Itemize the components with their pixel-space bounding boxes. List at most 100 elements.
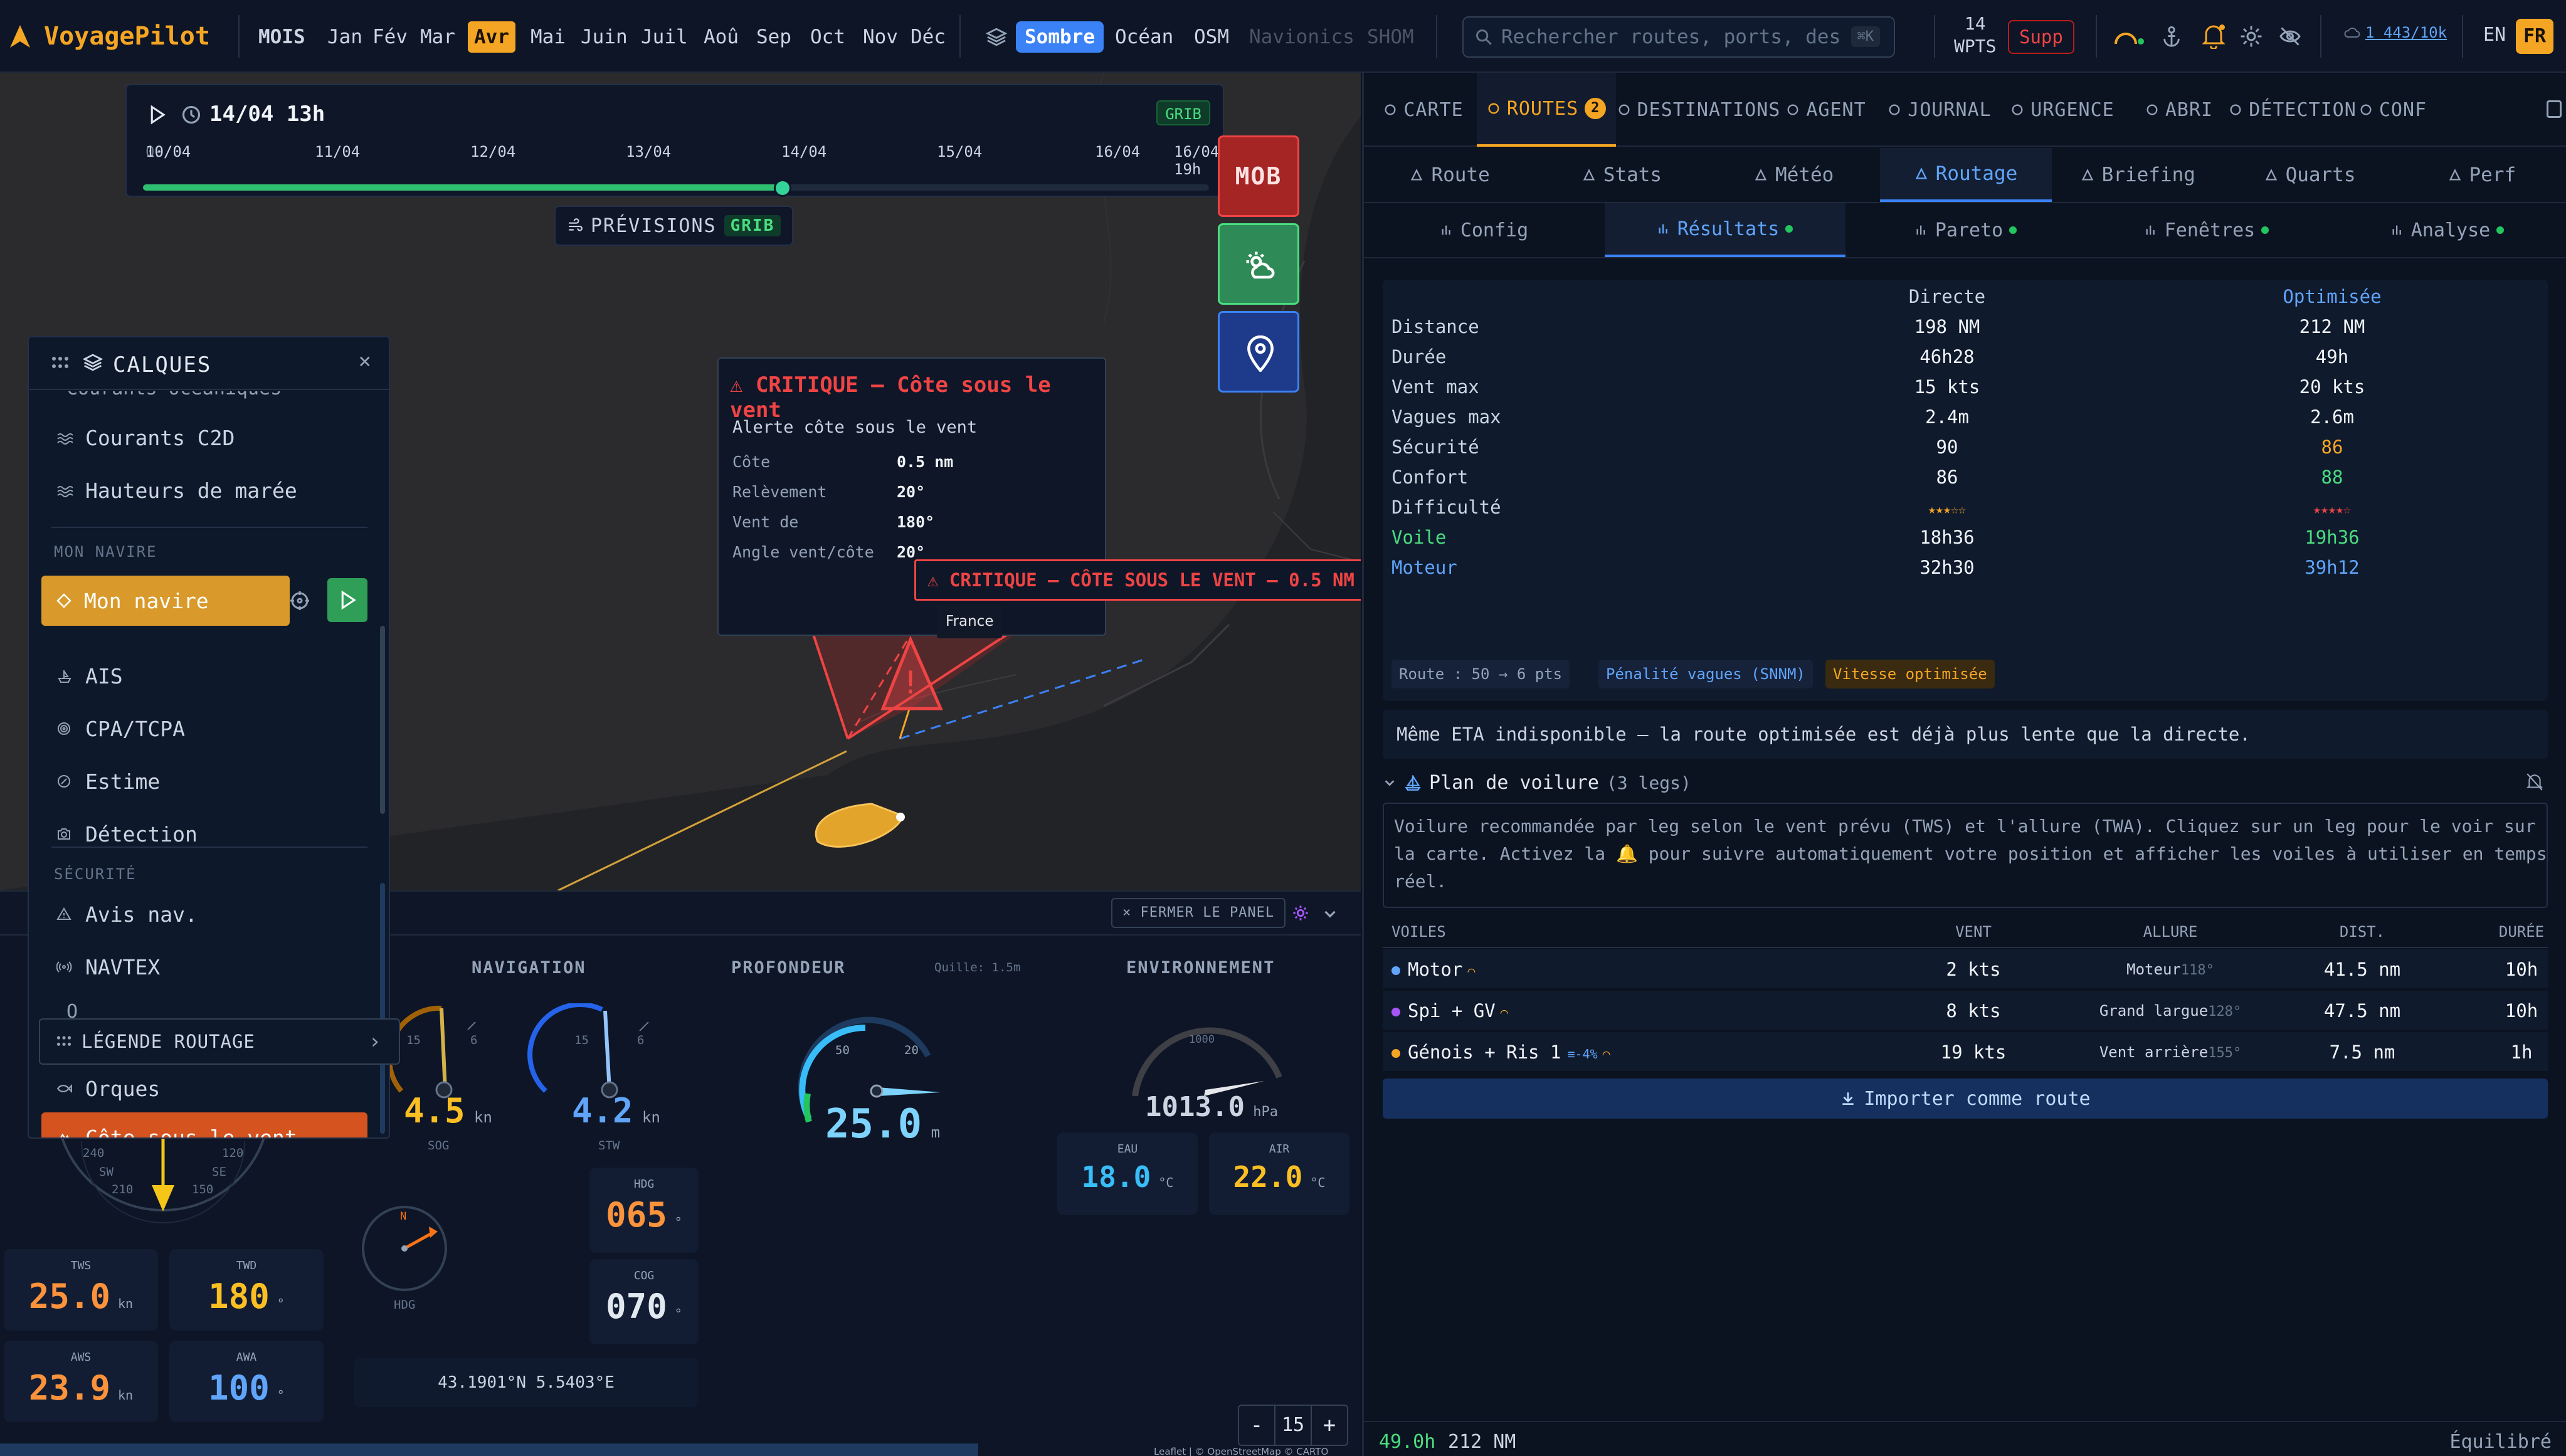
eye-off-icon[interactable] xyxy=(2279,25,2301,48)
month-0[interactable]: Jan xyxy=(321,21,369,53)
tab-routes[interactable]: ROUTES 2 xyxy=(1477,73,1616,147)
play-icon[interactable] xyxy=(148,104,167,125)
search-bar[interactable]: Rechercher routes, ports, destin ⌘K xyxy=(1462,16,1895,58)
panel-toggle-icon[interactable] xyxy=(2547,100,2562,118)
leg-row[interactable]: Génois + Ris 1 ≡-4% ◠ 19 kts Vent arrière155… xyxy=(1383,1032,2548,1072)
basemap-2[interactable]: OSM xyxy=(1185,21,1238,53)
result-tab-2[interactable]: Pareto xyxy=(1845,203,2086,257)
layer-cpa-tcpa[interactable]: CPA/TCPA xyxy=(41,704,305,754)
map-attribution[interactable]: Leaflet | © OpenStreetMap © CARTO xyxy=(1154,1446,1328,1456)
result-tab-4[interactable]: Analyse xyxy=(2327,203,2566,257)
layer-lee-shore[interactable]: Côte sous le vent xyxy=(41,1112,367,1137)
timeline-handle[interactable] xyxy=(774,179,791,197)
drag-handle-icon[interactable] xyxy=(51,356,69,370)
tab-carte[interactable]: CARTE xyxy=(1376,73,1470,147)
mob-button[interactable]: MOB xyxy=(1218,135,1299,217)
tab-détection[interactable]: DÉTECTION xyxy=(2230,73,2356,147)
basemap-0[interactable]: Sombre xyxy=(1016,21,1104,53)
location-button[interactable] xyxy=(1218,311,1299,393)
subtab-3[interactable]: Routage xyxy=(1879,148,2052,202)
tab-journal[interactable]: JOURNAL xyxy=(1881,73,1998,147)
lang-fr[interactable]: FR xyxy=(2516,19,2553,54)
alert-key: Vent de xyxy=(732,513,799,531)
search-input[interactable]: Rechercher routes, ports, destin xyxy=(1501,26,1840,48)
layer-navtex[interactable]: NAVTEX xyxy=(41,942,305,992)
zoom-out-button[interactable]: - xyxy=(1239,1413,1274,1438)
layers-icon[interactable] xyxy=(986,26,1007,48)
month-4[interactable]: Mai xyxy=(524,21,572,53)
tab-destinations[interactable]: DESTINATIONS xyxy=(1618,73,1780,147)
lang-en[interactable]: EN xyxy=(2483,24,2506,46)
subtab-6[interactable]: Perf xyxy=(2396,148,2566,202)
result-tab-0[interactable]: Config xyxy=(1364,203,1605,257)
critical-banner[interactable]: ⚠ CRITIQUE — CÔTE SOUS LE VENT — 0.5 NM xyxy=(914,559,1361,601)
brand-logo[interactable]: VoyagePilot xyxy=(9,19,210,54)
forecast-toggle[interactable]: PRÉVISIONS GRIB xyxy=(554,206,794,246)
month-6[interactable]: Juil xyxy=(635,21,694,53)
tab-abri[interactable]: ABRI xyxy=(2128,73,2231,147)
clock-icon xyxy=(182,105,201,124)
timeline-track[interactable] xyxy=(143,184,1209,191)
anchor-icon[interactable] xyxy=(2161,25,2182,49)
layers-scroll-thumb[interactable] xyxy=(380,626,385,814)
layer-currents-c2d[interactable]: Courants C2D xyxy=(41,413,305,463)
zoom-in-button[interactable]: + xyxy=(1312,1413,1347,1438)
chevron-down-icon[interactable] xyxy=(1322,905,1338,922)
tab-conf[interactable]: CONF xyxy=(2352,73,2434,147)
leg-row[interactable]: Motor ◠ 2 kts Moteur118° 41.5 nm 10h xyxy=(1383,949,2548,989)
bell-off-icon[interactable] xyxy=(2525,773,2544,791)
layer-my-boat[interactable]: Mon navire xyxy=(41,576,290,626)
month-11[interactable]: Déc xyxy=(904,21,952,53)
month-2[interactable]: Mar xyxy=(414,21,462,53)
basemap-3[interactable]: Navionics xyxy=(1240,21,1363,53)
delete-waypoints-button[interactable]: Supp xyxy=(2008,20,2074,54)
subtab-4[interactable]: Briefing xyxy=(2052,148,2224,202)
close-panel-button[interactable]: × FERMER LE PANEL xyxy=(1111,898,1286,928)
layer-estimate[interactable]: Estime xyxy=(41,756,305,806)
horizontal-scrollbar[interactable] xyxy=(0,1443,978,1456)
gauge-tick: 15 xyxy=(406,1033,421,1047)
layer-detection[interactable]: Détection xyxy=(41,809,305,859)
month-8[interactable]: Sep xyxy=(750,21,798,53)
gauge-icon[interactable] xyxy=(2113,26,2145,48)
subtab-2[interactable]: Météo xyxy=(1708,148,1880,202)
month-5[interactable]: Juin xyxy=(574,21,634,53)
weather-button[interactable] xyxy=(1218,223,1299,305)
close-layers-button[interactable]: × xyxy=(359,349,371,374)
tab-agent[interactable]: AGENT xyxy=(1777,73,1876,147)
tab-urgence[interactable]: URGENCE xyxy=(2002,73,2123,147)
subtab-1[interactable]: Stats xyxy=(1536,148,1708,202)
month-9[interactable]: Oct xyxy=(804,21,852,53)
sail-plan-header[interactable]: Plan de voilure (3 legs) xyxy=(1383,769,1691,796)
layer-navtex-label: NAVTEX xyxy=(85,954,161,979)
play-boat-button[interactable] xyxy=(327,578,367,622)
result-tab-1[interactable]: Résultats xyxy=(1605,203,1845,257)
import-route-button[interactable]: Importer comme route xyxy=(1383,1079,2548,1119)
layer-orcas[interactable]: Orques xyxy=(41,1063,305,1114)
leg-sail: Spi + GV ◠ xyxy=(1391,991,1508,1033)
month-10[interactable]: Nov xyxy=(857,21,904,53)
tab-label: ABRI xyxy=(2165,98,2214,121)
month-1[interactable]: Fév xyxy=(366,21,414,53)
settings-icon[interactable] xyxy=(1292,904,1309,922)
sun-icon[interactable] xyxy=(2240,25,2262,48)
month-3[interactable]: Avr xyxy=(468,21,515,53)
layer-tide-heights[interactable]: Hauteurs de marée xyxy=(41,465,305,515)
result-tab-icon xyxy=(2391,223,2405,237)
optimized-value: 86 xyxy=(2321,436,2343,458)
subtab-0[interactable]: Route xyxy=(1364,148,1536,202)
layer-ais[interactable]: AIS xyxy=(41,651,305,701)
leg-wind: 19 kts xyxy=(1940,1042,2007,1063)
aws-unit: kn xyxy=(118,1388,134,1403)
leg-row[interactable]: Spi + GV ◠ 8 kts Grand largue128° 47.5 nm 10h xyxy=(1383,991,2548,1031)
bell-icon[interactable] xyxy=(2201,23,2226,49)
subtab-5[interactable]: Quarts xyxy=(2224,148,2395,202)
layer-nav-warnings[interactable]: Avis nav. xyxy=(41,889,305,939)
basemap-4[interactable]: SHOM xyxy=(1358,21,1423,53)
result-tab-3[interactable]: Fenêtres xyxy=(2086,203,2327,257)
month-7[interactable]: Aoû xyxy=(697,21,745,53)
routing-legend-toggle[interactable]: LÉGENDE ROUTAGE › xyxy=(39,1018,400,1065)
crosshair-icon[interactable] xyxy=(288,589,311,612)
layers-scrollbar[interactable] xyxy=(380,883,385,1134)
basemap-1[interactable]: Océan xyxy=(1106,21,1182,53)
